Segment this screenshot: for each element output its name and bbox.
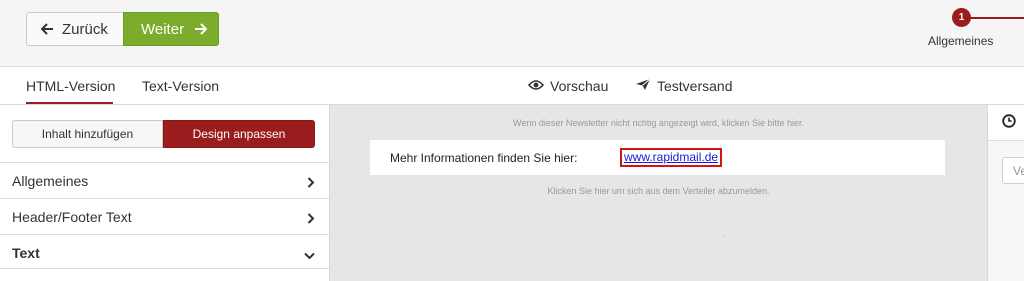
step-progress-line — [970, 17, 1024, 19]
back-button-label: Zurück — [62, 20, 108, 38]
history-tab[interactable] — [988, 105, 1024, 141]
next-button-label: Weiter — [141, 20, 185, 38]
unsubscribe-notice[interactable]: Klicken Sie hier um sich aus dem Verteil… — [330, 186, 987, 196]
mode-switch: Inhalt hinzufügen Design anpassen — [12, 120, 315, 148]
step-number-badge: 1 — [952, 8, 971, 27]
back-button[interactable]: Zurück — [26, 12, 124, 46]
add-content-button[interactable]: Inhalt hinzufügen — [12, 120, 163, 148]
accordion-label: Header/Footer Text — [12, 208, 132, 225]
canvas-dot — [723, 236, 724, 237]
eye-icon — [527, 78, 545, 94]
preview-label: Vorschau — [550, 78, 609, 94]
accordion-header-footer-text[interactable]: Header/Footer Text — [0, 198, 330, 234]
newsletter-body-text: Mehr Informationen finden Sie hier: — [390, 151, 578, 165]
newsletter-link[interactable]: www.rapidmail.de — [620, 148, 723, 167]
arrow-left-icon — [41, 23, 54, 35]
test-send-button[interactable]: Testversand — [635, 78, 732, 94]
chevron-right-icon — [307, 211, 315, 227]
next-button[interactable]: Weiter — [123, 12, 219, 46]
accordion-label: Allgemeines — [12, 172, 89, 189]
arrow-right-icon — [194, 23, 208, 35]
top-toolbar: Zurück Weiter 1 Allgemeines — [0, 0, 1024, 67]
accordion-general[interactable]: Allgemeines — [0, 162, 330, 198]
view-online-notice[interactable]: Wenn dieser Newsletter nicht richtig ang… — [330, 118, 987, 128]
divider — [0, 268, 330, 269]
accordion-text[interactable]: Text — [0, 234, 330, 270]
clock-icon — [1002, 114, 1016, 133]
test-send-label: Testversand — [657, 78, 733, 94]
accordion-label: Text — [12, 244, 40, 261]
right-panel: Ve — [987, 105, 1024, 281]
tab-text-version[interactable]: Text-Version — [142, 78, 219, 94]
preview-button[interactable]: Vorschau — [527, 78, 609, 94]
step-label: Allgemeines — [928, 34, 994, 48]
wizard-step[interactable]: 1 Allgemeines — [928, 8, 1024, 58]
active-tab-indicator — [26, 102, 113, 104]
chevron-down-icon — [304, 247, 315, 263]
tab-html-version[interactable]: HTML-Version — [26, 78, 115, 94]
left-sidebar: Inhalt hinzufügen Design anpassen Allgem… — [0, 105, 330, 281]
paper-plane-icon — [635, 78, 651, 94]
customize-design-button[interactable]: Design anpassen — [163, 120, 315, 148]
newsletter-preview: Wenn dieser Newsletter nicht richtig ang… — [330, 105, 987, 281]
newsletter-text-block[interactable]: Mehr Informationen finden Sie hier: www.… — [370, 140, 945, 175]
chevron-right-icon — [307, 175, 315, 191]
right-panel-field[interactable]: Ve — [1002, 157, 1024, 184]
editor-tabs-bar: HTML-Version Text-Version Vorschau Testv… — [0, 67, 1024, 105]
